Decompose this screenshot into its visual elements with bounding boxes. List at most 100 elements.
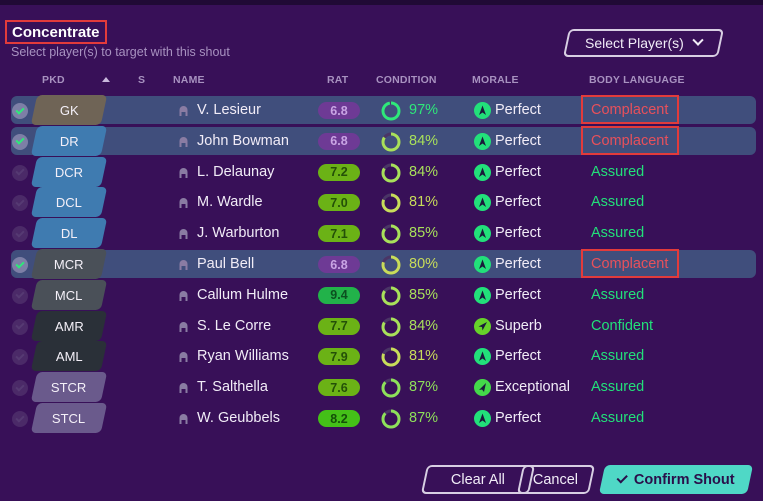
- condition-value: 84%: [409, 317, 439, 334]
- cancel-button[interactable]: Cancel: [516, 465, 596, 494]
- body-language-value: Assured: [591, 379, 645, 396]
- checkmark-icon: [15, 351, 25, 361]
- select-player-checkbox[interactable]: [12, 411, 28, 427]
- condition-ring-icon: [381, 317, 401, 337]
- select-player-checkbox[interactable]: [12, 133, 28, 150]
- rating-badge: 7.1: [318, 225, 360, 243]
- rating-badge: 9.4: [318, 286, 360, 304]
- morale-value: Perfect: [495, 163, 541, 180]
- confirm-shout-button[interactable]: Confirm Shout: [598, 465, 754, 494]
- rating-badge: 7.2: [318, 163, 360, 181]
- player-name[interactable]: M. Wardle: [197, 194, 263, 210]
- checkmark-icon: [15, 166, 25, 176]
- position-label: DCL: [55, 194, 82, 210]
- player-name[interactable]: Callum Hulme: [197, 287, 288, 303]
- condition-ring-icon: [381, 255, 401, 275]
- person-icon: [179, 136, 188, 147]
- player-row[interactable]: AML Ryan Williams 7.9 81% Perfect Assured: [0, 341, 763, 372]
- position-label: STCR: [51, 379, 87, 395]
- chevron-down-icon: [692, 34, 704, 46]
- column-header-name[interactable]: NAME: [173, 74, 205, 86]
- position-label: MCL: [55, 287, 83, 303]
- player-name[interactable]: W. Geubbels: [197, 410, 280, 426]
- position-label: AMR: [54, 318, 84, 334]
- column-header-morale[interactable]: MORALE: [472, 74, 519, 86]
- player-name[interactable]: Paul Bell: [197, 256, 254, 272]
- condition-value: 80%: [409, 256, 439, 272]
- shout-title: Concentrate: [5, 20, 107, 44]
- select-player-checkbox[interactable]: [12, 318, 28, 335]
- position-label: MCR: [54, 256, 84, 272]
- player-name[interactable]: J. Warburton: [197, 225, 279, 241]
- arrow-up-icon: [474, 132, 491, 150]
- arrow-up-icon: [474, 410, 491, 427]
- checkmark-icon: [616, 471, 628, 484]
- player-row[interactable]: DCL M. Wardle 7.0 81% Perfect Assured: [0, 187, 763, 218]
- player-name[interactable]: V. Lesieur: [197, 102, 261, 118]
- arrow-up-icon: [474, 348, 491, 366]
- cancel-label: Cancel: [533, 471, 579, 488]
- select-player-checkbox[interactable]: [12, 287, 28, 304]
- player-name[interactable]: Ryan Williams: [197, 348, 289, 364]
- arrow-diagonal-icon: [474, 317, 491, 335]
- arrow-up-icon: [474, 163, 491, 181]
- morale-value: Superb: [495, 317, 542, 334]
- player-name[interactable]: John Bowman: [197, 133, 289, 149]
- arrow-up-icon: [474, 256, 491, 273]
- column-header-pkd[interactable]: PKD: [42, 74, 65, 86]
- checkmark-icon: [15, 104, 25, 115]
- body-language-value: Assured: [591, 410, 645, 426]
- body-language-value: Assured: [591, 225, 645, 242]
- player-row[interactable]: STCR T. Salthella 7.6 87% Exceptional Assured: [0, 372, 763, 403]
- body-language-value: Assured: [591, 286, 645, 303]
- column-header-s[interactable]: S: [138, 74, 145, 86]
- player-row[interactable]: STCL W. Geubbels 8.2 87% Perfect Assured: [0, 403, 763, 434]
- player-name[interactable]: T. Salthella: [197, 379, 268, 395]
- body-language-value: Complacent: [591, 132, 669, 149]
- position-badge: STCL: [30, 403, 108, 433]
- player-row[interactable]: GK V. Lesieur 6.8 97% Perfect Complacent: [0, 95, 763, 126]
- body-language-value: Complacent: [591, 256, 669, 272]
- player-row[interactable]: MCL Callum Hulme 9.4 85% Perfect Assured: [0, 279, 763, 311]
- condition-value: 87%: [409, 410, 439, 426]
- checkmark-icon: [15, 412, 25, 423]
- position-label: AML: [55, 348, 83, 364]
- morale-value: Perfect: [495, 410, 541, 426]
- player-row[interactable]: AMR S. Le Corre 7.7 84% Superb Confident: [0, 310, 763, 342]
- person-icon: [179, 167, 188, 178]
- column-header-body-language[interactable]: BODY LANGUAGE: [589, 74, 685, 86]
- column-header-condition[interactable]: CONDITION: [376, 74, 437, 86]
- arrow-up-icon: [474, 194, 491, 212]
- morale-value: Perfect: [495, 132, 541, 149]
- select-player-checkbox[interactable]: [12, 103, 28, 119]
- rating-badge: 8.2: [318, 410, 360, 427]
- rating-badge: 7.7: [318, 317, 360, 335]
- condition-ring-icon: [381, 163, 401, 183]
- select-player-checkbox[interactable]: [12, 164, 28, 181]
- shout-subtitle: Select player(s) to target with this sho…: [11, 45, 230, 59]
- select-players-dropdown[interactable]: Select Player(s): [563, 29, 724, 57]
- morale-value: Perfect: [495, 348, 541, 365]
- person-icon: [179, 321, 188, 332]
- column-header-rat[interactable]: RAT: [327, 74, 348, 86]
- player-name[interactable]: L. Delaunay: [197, 164, 274, 180]
- body-language-value: Complacent: [591, 102, 669, 118]
- top-bar: [0, 0, 763, 5]
- condition-ring-icon: [381, 286, 401, 306]
- morale-value: Exceptional: [495, 379, 570, 396]
- body-language-value: Assured: [591, 348, 645, 365]
- position-badge: GK: [30, 95, 108, 125]
- player-name[interactable]: S. Le Corre: [197, 318, 271, 334]
- select-player-checkbox[interactable]: [12, 257, 28, 273]
- body-language-value: Confident: [591, 317, 654, 334]
- person-icon: [179, 414, 188, 424]
- condition-ring-icon: [381, 347, 401, 367]
- player-row[interactable]: MCR Paul Bell 6.8 80% Perfect Complacent: [0, 249, 763, 280]
- morale-value: Perfect: [495, 286, 541, 303]
- player-row[interactable]: DL J. Warburton 7.1 85% Perfect Assured: [0, 218, 763, 249]
- player-row[interactable]: DCR L. Delaunay 7.2 84% Perfect Assured: [0, 156, 763, 188]
- confirm-shout-label: Confirm Shout: [633, 471, 735, 488]
- sort-ascending-icon[interactable]: [102, 77, 110, 82]
- player-row[interactable]: DR John Bowman 6.8 84% Perfect Complacent: [0, 125, 763, 157]
- clear-all-label: Clear All: [451, 471, 505, 488]
